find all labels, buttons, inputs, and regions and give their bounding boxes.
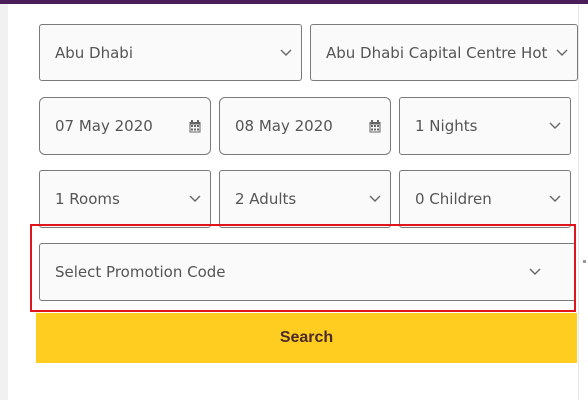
nights-select[interactable]: 1 Nights bbox=[399, 97, 571, 155]
checkin-date-value: 07 May 2020 bbox=[55, 117, 153, 135]
children-select-value: 0 Children bbox=[415, 190, 492, 208]
children-select[interactable]: 0 Children bbox=[399, 170, 571, 228]
header-bar bbox=[0, 0, 588, 4]
edge-mark bbox=[583, 260, 586, 263]
city-select-value: Abu Dhabi bbox=[55, 43, 133, 62]
chevron-down-icon bbox=[271, 25, 301, 80]
chevron-down-icon bbox=[360, 171, 390, 227]
checkout-date-field[interactable]: 08 May 2020 bbox=[219, 97, 391, 155]
hotel-select[interactable]: Abu Dhabi Capital Centre Hotel bbox=[310, 24, 578, 81]
search-button[interactable]: Search bbox=[36, 313, 577, 363]
chevron-down-icon bbox=[540, 171, 570, 227]
promotion-code-placeholder: Select Promotion Code bbox=[55, 263, 226, 281]
rooms-select-value: 1 Rooms bbox=[55, 190, 120, 208]
checkin-date-field[interactable]: 07 May 2020 bbox=[39, 97, 211, 155]
promotion-code-select[interactable]: Select Promotion Code bbox=[39, 243, 576, 301]
rooms-select[interactable]: 1 Rooms bbox=[39, 170, 211, 228]
checkout-date-value: 08 May 2020 bbox=[235, 117, 333, 135]
calendar-icon[interactable] bbox=[180, 98, 210, 154]
booking-page: Abu Dhabi Abu Dhabi Capital Centre Hotel… bbox=[0, 0, 588, 400]
city-select[interactable]: Abu Dhabi bbox=[39, 24, 302, 81]
nights-select-value: 1 Nights bbox=[415, 117, 478, 135]
chevron-down-icon bbox=[540, 98, 570, 154]
chevron-down-icon bbox=[547, 25, 577, 80]
left-rail bbox=[0, 4, 8, 400]
right-edge bbox=[578, 4, 588, 400]
chevron-down-icon bbox=[520, 244, 550, 300]
adults-select-value: 2 Adults bbox=[235, 190, 297, 208]
chevron-down-icon bbox=[180, 171, 210, 227]
calendar-icon[interactable] bbox=[360, 98, 390, 154]
adults-select[interactable]: 2 Adults bbox=[219, 170, 391, 228]
hotel-select-value: Abu Dhabi Capital Centre Hotel bbox=[326, 43, 547, 62]
